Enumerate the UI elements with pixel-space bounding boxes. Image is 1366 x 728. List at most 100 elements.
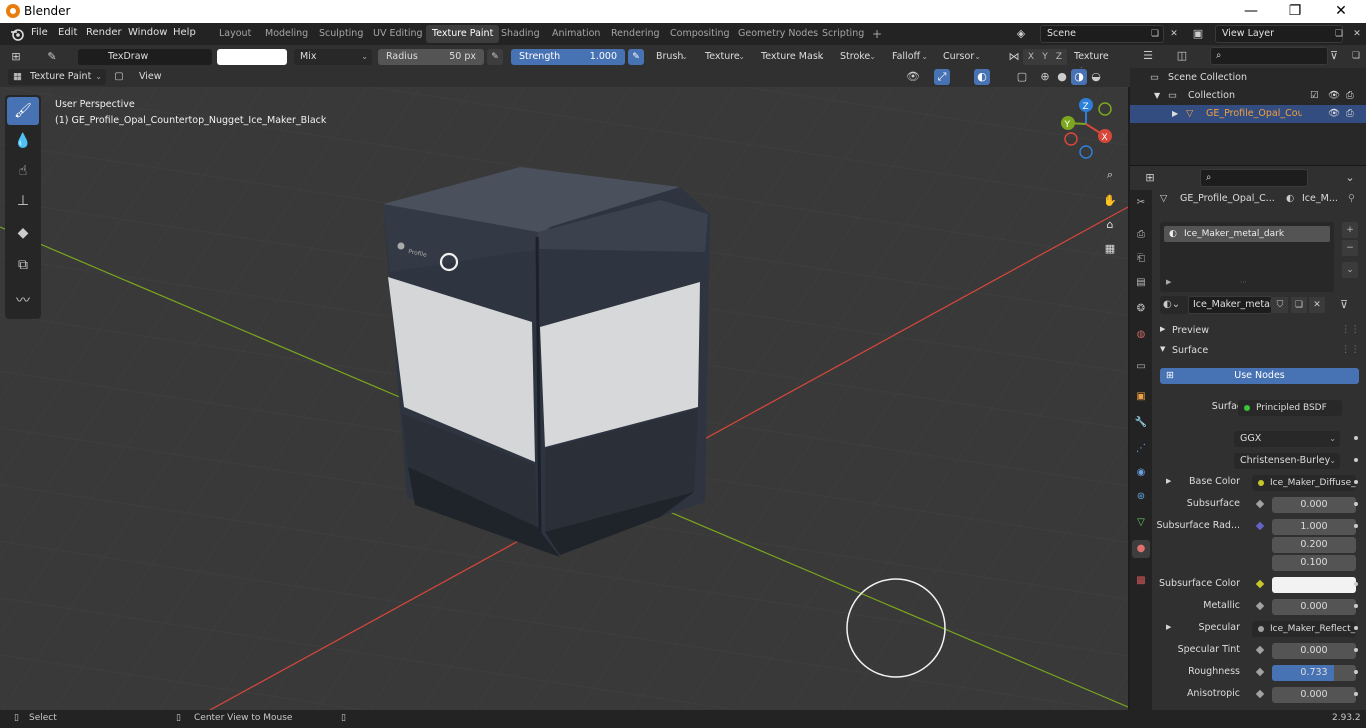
keyframe-dot-icon[interactable] — [1354, 648, 1358, 652]
socket-icon[interactable] — [1255, 645, 1265, 655]
object-tab-icon[interactable]: ▣ — [1132, 388, 1150, 406]
texture-tab-icon[interactable]: ▩ — [1132, 572, 1150, 590]
tab-rendering[interactable]: Rendering — [605, 25, 666, 43]
editor-type-icon[interactable]: ⊞ — [8, 49, 24, 65]
expand-arrow-icon[interactable]: ▶ — [1166, 623, 1171, 631]
tab-layout[interactable]: Layout — [213, 25, 257, 43]
keyframe-dot-icon[interactable] — [1354, 436, 1358, 440]
keyframe-dot-icon[interactable] — [1354, 524, 1358, 528]
texture-slots-menu[interactable]: Texture Slots — [1070, 49, 1130, 78]
scene-selector-icon[interactable]: ◈ — [1013, 26, 1029, 42]
material-slot-item[interactable]: ◐ Ice_Maker_metal_dark — [1164, 226, 1330, 242]
modifier-tab-icon[interactable]: 🔧 — [1132, 414, 1150, 432]
radius-pressure-icon[interactable]: ✎ — [487, 49, 503, 65]
wireframe-shading-icon[interactable]: ⊕ — [1037, 69, 1053, 85]
tab-scripting[interactable]: Scripting — [816, 25, 870, 43]
material-tab-icon[interactable]: ● — [1132, 540, 1150, 558]
exclude-checkbox[interactable]: ☑ — [1310, 87, 1319, 105]
menu-edit[interactable]: Edit — [58, 27, 77, 38]
menu-window[interactable]: Window — [128, 27, 167, 38]
mode-dropdown[interactable]: ▦ Texture Paint ⌄ — [8, 69, 106, 85]
perspective-toggle-icon[interactable]: ▦ — [1100, 239, 1120, 259]
falloff-menu[interactable]: Falloff ⌄ — [886, 49, 932, 65]
socket-icon[interactable] — [1255, 521, 1265, 531]
soften-icon[interactable]: 💧 — [7, 127, 39, 155]
tool-tab-icon[interactable]: ✂ — [1132, 194, 1150, 212]
constraints-tab-icon[interactable]: ⊛ — [1132, 488, 1150, 506]
duplicate-material-icon[interactable]: ❏ — [1291, 297, 1307, 313]
view-menu[interactable]: View — [139, 71, 162, 82]
link-mode-icon[interactable]: ⊽ — [1336, 297, 1352, 313]
particles-tab-icon[interactable]: ⋰ — [1132, 440, 1150, 458]
socket-icon[interactable] — [1255, 499, 1265, 509]
clone-icon[interactable]: ⊥ — [7, 187, 39, 215]
brush-color-swatch[interactable] — [217, 49, 287, 65]
outliner-editor-type-icon[interactable]: ☰ — [1140, 48, 1156, 64]
active-tool-brush-icon[interactable]: ✎ — [44, 49, 60, 65]
slot-specials-button[interactable]: ⌄ — [1342, 262, 1358, 278]
unlink-material-icon[interactable]: ✕ — [1309, 297, 1325, 313]
outliner-row-object[interactable]: ▶ ▽ GE_Profile_Opal_Counter 👁 ⎙ — [1130, 105, 1366, 123]
radius-slider[interactable]: Radius 50 px — [378, 49, 484, 65]
input-value-field[interactable]: 0.000 — [1272, 599, 1356, 615]
outliner-row-collection[interactable]: ▼ ▭ Collection ☑ 👁 ⎙ — [1130, 87, 1366, 105]
viewport-canvas[interactable]: Profile Z Y X — [0, 87, 1128, 710]
tab-shading[interactable]: Shading — [495, 25, 546, 43]
brush-name-field[interactable]: TexDraw — [78, 49, 212, 65]
outliner-search-input[interactable]: ⌕ — [1210, 47, 1328, 65]
keyframe-dot-icon[interactable] — [1354, 582, 1358, 586]
socket-icon[interactable] — [1255, 579, 1265, 589]
remove-slot-button[interactable]: − — [1342, 240, 1358, 256]
properties-editor-type-icon[interactable]: ⊞ — [1142, 170, 1158, 186]
tab-geometry-nodes[interactable]: Geometry Nodes — [732, 25, 824, 43]
view-layer-field[interactable]: View Layer — [1215, 25, 1343, 43]
outliner-row-scene-collection[interactable]: ▭ Scene Collection — [1130, 69, 1366, 87]
tab-texture-paint[interactable]: Texture Paint — [426, 25, 500, 43]
draw-brush-icon[interactable]: 🖌 — [7, 97, 39, 125]
view-layer-tab-icon[interactable]: ▤ — [1132, 274, 1150, 292]
tab-sculpting[interactable]: Sculpting — [313, 25, 369, 43]
close-window-button[interactable]: ✕ — [1318, 1, 1364, 22]
overlay-toggle-icon[interactable]: ◐ — [974, 69, 990, 85]
keyframe-dot-icon[interactable] — [1354, 604, 1358, 608]
zoom-icon[interactable]: ⌕ — [1100, 165, 1120, 185]
socket-icon[interactable] — [1255, 601, 1265, 611]
keyframe-dot-icon[interactable] — [1354, 458, 1358, 462]
cursor-menu[interactable]: Cursor ⌄ — [937, 49, 985, 65]
properties-options-icon[interactable]: ⌄ — [1342, 170, 1358, 186]
xray-toggle-icon[interactable]: ▢ — [1014, 69, 1030, 85]
strength-slider[interactable]: Strength 1.000 — [511, 49, 625, 65]
render-camera-icon[interactable]: ⎙ — [1346, 87, 1354, 105]
annotate-icon[interactable]: 〰 — [7, 287, 39, 315]
keyframe-dot-icon[interactable] — [1354, 480, 1358, 484]
mask-icon[interactable]: ⧉ — [7, 251, 39, 279]
input-vector-component[interactable]: 0.200 — [1272, 537, 1356, 553]
delete-view-layer-icon[interactable]: ✕ — [1349, 26, 1365, 42]
solid-shading-icon[interactable]: ● — [1054, 69, 1070, 85]
new-collection-icon[interactable]: ❏ — [1348, 48, 1364, 64]
tab-compositing[interactable]: Compositing — [664, 25, 736, 43]
keyframe-dot-icon[interactable] — [1354, 626, 1358, 630]
visibility-icon[interactable]: 👁 — [905, 69, 921, 85]
expand-arrow-icon[interactable]: ▶ — [1166, 477, 1171, 485]
socket-icon[interactable] — [1255, 667, 1265, 677]
data-tab-icon[interactable]: ▽ — [1132, 514, 1150, 532]
keyframe-dot-icon[interactable] — [1354, 502, 1358, 506]
tab-modeling[interactable]: Modeling — [259, 25, 314, 43]
visibility-eye-icon[interactable]: 👁 — [1328, 105, 1340, 123]
add-slot-button[interactable]: + — [1342, 222, 1358, 238]
surface-section-header[interactable]: ▼ Surface ⋮⋮ — [1160, 344, 1366, 360]
paint-mask-toggle-icon[interactable]: ▢ — [111, 69, 127, 85]
preview-section-header[interactable]: ▶ Preview ⋮⋮ — [1160, 324, 1366, 340]
tab-uv-editing[interactable]: UV Editing — [367, 25, 429, 43]
scene-tab-icon[interactable]: ❂ — [1132, 300, 1150, 318]
input-vector-component[interactable]: 0.100 — [1272, 555, 1356, 571]
menu-render[interactable]: Render — [86, 27, 122, 38]
resize-grip-icon[interactable]: ⋯ — [1240, 278, 1247, 286]
distribution-dropdown[interactable]: GGX ⌄ — [1234, 431, 1340, 447]
texture-menu[interactable]: Texture ⌄ — [699, 49, 749, 65]
subsurface-method-dropdown[interactable]: Christensen-Burley ⌄ — [1234, 453, 1340, 469]
surface-shader-link[interactable]: Principled BSDF — [1238, 400, 1342, 416]
menu-file[interactable]: File — [31, 27, 48, 38]
pin-icon[interactable]: ⚲ — [1348, 193, 1355, 204]
